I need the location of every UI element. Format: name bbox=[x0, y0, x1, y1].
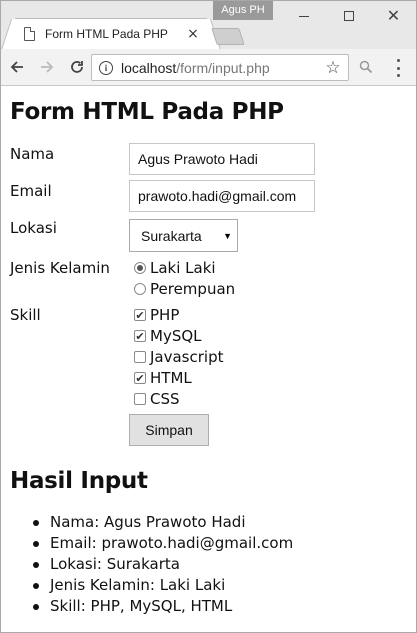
skill-option-label: HTML bbox=[150, 369, 192, 387]
back-arrow-icon bbox=[10, 61, 23, 73]
list-item: Lokasi: Surakarta bbox=[32, 554, 293, 575]
checkbox-css[interactable] bbox=[134, 393, 146, 405]
checkbox-html[interactable]: ✔ bbox=[134, 372, 146, 384]
minimize-button[interactable] bbox=[281, 1, 326, 31]
close-window-button[interactable]: ✕ bbox=[371, 1, 416, 31]
dropdown-arrow-icon: ▼ bbox=[223, 231, 232, 241]
title-bar: Agus PH Form HTML Pada PHP × ✕ bbox=[1, 1, 416, 49]
search-extension-button[interactable] bbox=[359, 59, 373, 78]
skill-option-label: CSS bbox=[150, 390, 180, 408]
profile-badge[interactable]: Agus PH bbox=[213, 1, 273, 20]
lokasi-selected-value: Surakarta bbox=[141, 227, 202, 244]
skill-option-css[interactable]: CSS bbox=[134, 390, 180, 408]
email-label: Email bbox=[10, 182, 52, 200]
gender-label: Jenis Kelamin bbox=[10, 259, 110, 277]
maximize-button[interactable] bbox=[326, 1, 371, 31]
result-list: Nama: Agus Prawoto Hadi Email: prawoto.h… bbox=[10, 512, 293, 617]
radio-perempuan[interactable] bbox=[134, 283, 146, 295]
nama-label: Nama bbox=[10, 145, 55, 163]
gender-option-label: Perempuan bbox=[150, 280, 236, 298]
list-item: Nama: Agus Prawoto Hadi bbox=[32, 512, 293, 533]
skill-option-label: PHP bbox=[150, 306, 180, 324]
lokasi-label: Lokasi bbox=[10, 219, 57, 237]
skill-option-javascript[interactable]: Javascript bbox=[134, 348, 223, 366]
menu-dot-icon bbox=[396, 66, 400, 70]
reload-button[interactable] bbox=[63, 53, 91, 81]
list-item: Skill: PHP, MySQL, HTML bbox=[32, 596, 293, 617]
browser-toolbar: i localhost/form/input.php ☆ bbox=[1, 49, 416, 86]
url-text[interactable]: localhost/form/input.php bbox=[121, 60, 322, 76]
list-item: Email: prawoto.hadi@gmail.com bbox=[32, 534, 294, 552]
page-icon bbox=[24, 27, 35, 41]
browser-menu-button[interactable] bbox=[393, 59, 403, 77]
email-input[interactable] bbox=[129, 180, 315, 212]
menu-dot-icon bbox=[396, 74, 400, 77]
forward-arrow-icon bbox=[41, 61, 54, 73]
page-title: Form HTML Pada PHP bbox=[10, 99, 284, 125]
forward-button[interactable] bbox=[33, 53, 61, 81]
skill-option-label: MySQL bbox=[150, 327, 202, 345]
gender-option-perempuan[interactable]: Perempuan bbox=[134, 280, 235, 298]
menu-dot-icon bbox=[396, 59, 400, 62]
list-item: Jenis Kelamin: Laki Laki bbox=[32, 575, 293, 596]
bookmark-star-icon[interactable]: ☆ bbox=[322, 58, 344, 78]
gender-option-label: Laki Laki bbox=[150, 259, 216, 277]
tab-title: Form HTML Pada PHP bbox=[45, 27, 168, 41]
checkbox-javascript[interactable] bbox=[134, 351, 146, 363]
skill-option-php[interactable]: ✔ PHP bbox=[134, 306, 179, 324]
skill-option-label: Javascript bbox=[150, 348, 224, 366]
checkbox-mysql[interactable]: ✔ bbox=[134, 330, 146, 342]
address-bar[interactable]: i localhost/form/input.php ☆ bbox=[91, 54, 349, 81]
close-icon: ✕ bbox=[386, 6, 401, 25]
radio-laki[interactable] bbox=[134, 262, 146, 274]
reload-icon bbox=[71, 61, 83, 73]
minimize-icon bbox=[298, 15, 309, 17]
info-icon[interactable]: i bbox=[99, 60, 113, 75]
tab-close-icon[interactable]: × bbox=[184, 25, 202, 43]
search-icon bbox=[359, 60, 373, 74]
gender-option-laki[interactable]: Laki Laki bbox=[134, 259, 216, 277]
skill-option-html[interactable]: ✔ HTML bbox=[134, 369, 192, 387]
skill-option-mysql[interactable]: ✔ MySQL bbox=[134, 327, 202, 345]
url-host: localhost bbox=[121, 59, 177, 76]
checkbox-php[interactable]: ✔ bbox=[134, 309, 146, 321]
maximize-icon bbox=[343, 11, 354, 21]
result-heading: Hasil Input bbox=[10, 468, 148, 494]
tab-active[interactable]: Form HTML Pada PHP × bbox=[13, 18, 209, 49]
browser-window: Agus PH Form HTML Pada PHP × ✕ i localho… bbox=[0, 0, 417, 633]
nama-input[interactable] bbox=[129, 143, 315, 175]
skill-label: Skill bbox=[10, 306, 41, 324]
back-button[interactable] bbox=[3, 53, 31, 81]
simpan-button[interactable]: Simpan bbox=[129, 414, 209, 446]
new-tab-button[interactable] bbox=[211, 28, 245, 45]
lokasi-select[interactable]: Surakarta ▼ bbox=[129, 219, 238, 252]
url-path: /form/input.php bbox=[176, 59, 270, 76]
window-controls: ✕ bbox=[281, 1, 416, 31]
